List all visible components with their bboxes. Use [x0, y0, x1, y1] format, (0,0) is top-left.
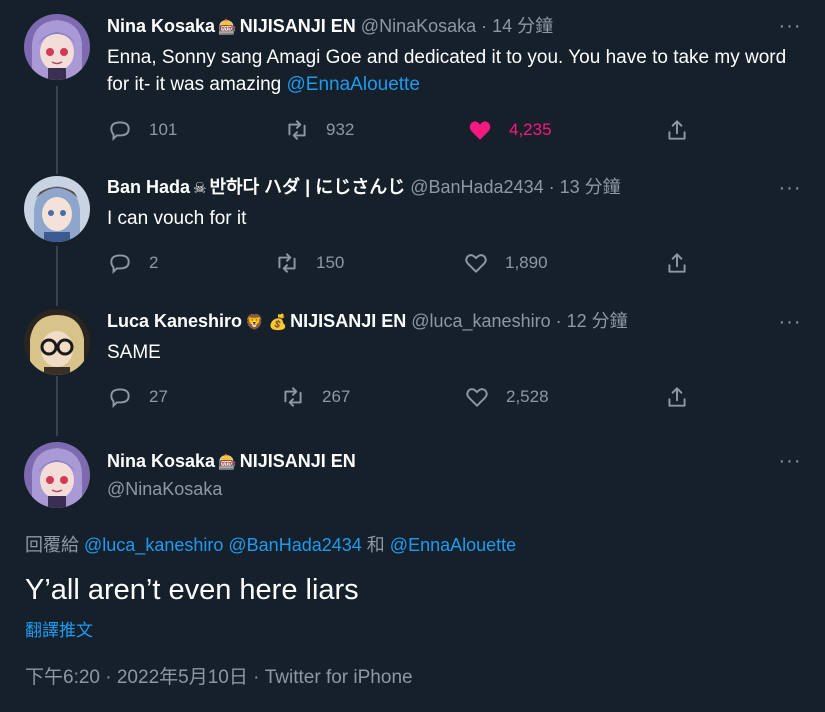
- timestamp[interactable]: 下午6:20 · 2022年5月10日: [25, 667, 248, 688]
- like-button[interactable]: 1,890: [463, 248, 548, 278]
- tweet-text-content: I can vouch for it: [107, 208, 247, 229]
- action-bar: 2 150 1,890: [107, 248, 707, 278]
- reply-prefix: 回覆給: [25, 535, 79, 555]
- author-badge: 🦁 💰: [245, 313, 288, 331]
- reply-count: 27: [149, 387, 168, 406]
- reply-icon: [110, 121, 130, 142]
- author-name[interactable]: Ban Hada: [107, 177, 190, 197]
- author-handle[interactable]: @NinaKosaka: [107, 477, 222, 501]
- author-suffix[interactable]: NIJISANJI EN: [290, 311, 406, 331]
- tweet-timestamp: 下午6:20 · 2022年5月10日 · Twitter for iPhone: [25, 662, 413, 689]
- thread-line-2: [56, 246, 58, 306]
- tweet-time[interactable]: · 14 分鐘: [481, 16, 553, 36]
- author-suffix[interactable]: NIJISANJI EN: [240, 16, 356, 36]
- avatar[interactable]: [24, 14, 90, 80]
- retweet-button[interactable]: 267: [280, 382, 350, 412]
- author-handle[interactable]: @NinaKosaka: [361, 16, 476, 36]
- reply-icon: [110, 388, 130, 409]
- mention-link[interactable]: @EnnaAlouette: [287, 74, 420, 95]
- share-button[interactable]: [664, 115, 706, 145]
- avatar[interactable]: [24, 442, 90, 508]
- reply-button[interactable]: 2: [107, 248, 158, 278]
- tweet-header: Ban Hada ☠ 반하다 ハダ | にじさんじ @BanHada2434 · 1…: [107, 175, 621, 200]
- translate-link[interactable]: 翻譯推文: [25, 616, 93, 641]
- main-author: Nina Kosaka 🎰 NIJISANJI EN: [107, 449, 356, 474]
- author-badge: 🎰: [218, 453, 237, 471]
- like-count: 1,890: [505, 253, 548, 272]
- more-icon[interactable]: ···: [777, 16, 803, 36]
- tweet-header: Nina Kosaka 🎰 NIJISANJI EN @NinaKosaka · 1…: [107, 14, 553, 39]
- mention-link[interactable]: @BanHada2434: [228, 535, 361, 555]
- tweet-header: Luca Kaneshiro 🦁 💰 NIJISANJI EN @luca_kane…: [107, 309, 628, 334]
- share-button[interactable]: [664, 382, 706, 412]
- author-suffix[interactable]: NIJISANJI EN: [240, 451, 356, 471]
- heart-icon: [465, 254, 487, 273]
- more-icon[interactable]: ···: [777, 312, 803, 332]
- tweet-source[interactable]: Twitter for iPhone: [265, 667, 413, 688]
- tweet-text: I can vouch for it: [107, 205, 807, 232]
- reply-icon: [110, 254, 130, 275]
- author-name[interactable]: Nina Kosaka: [107, 451, 215, 471]
- thread-line-1: [56, 86, 58, 174]
- share-button[interactable]: [664, 248, 706, 278]
- main-tweet-text: Y’all aren’t even here liars: [25, 574, 359, 606]
- avatar[interactable]: [24, 176, 90, 242]
- author-name[interactable]: Nina Kosaka: [107, 16, 215, 36]
- more-icon[interactable]: ···: [777, 451, 803, 471]
- action-bar: 27 267 2,528: [107, 382, 707, 412]
- more-icon[interactable]: ···: [777, 178, 803, 198]
- reply-and: 和: [366, 535, 385, 555]
- tweet-text: Enna, Sonny sang Amagi Goe and dedicated…: [107, 44, 807, 98]
- mention-link[interactable]: @luca_kaneshiro: [84, 535, 223, 555]
- separator: ·: [253, 667, 265, 688]
- author-handle[interactable]: @luca_kaneshiro: [411, 311, 550, 331]
- avatar[interactable]: [24, 309, 90, 375]
- tweet-text-content: Enna, Sonny sang Amagi Goe and dedicated…: [107, 47, 787, 95]
- mention-link[interactable]: @EnnaAlouette: [390, 535, 516, 555]
- reply-count: 101: [149, 120, 178, 139]
- retweet-icon: [284, 387, 302, 407]
- like-button[interactable]: 2,528: [464, 382, 549, 412]
- like-count: 4,235: [509, 120, 552, 139]
- retweet-count: 150: [316, 253, 345, 272]
- retweet-count: 267: [322, 387, 351, 406]
- action-bar: 101 932 4,235: [107, 115, 707, 145]
- reply-button[interactable]: 27: [107, 382, 168, 412]
- heart-icon: [469, 121, 491, 140]
- retweet-count: 932: [326, 120, 355, 139]
- reply-count: 2: [149, 253, 159, 272]
- tweet-time[interactable]: · 12 分鐘: [556, 311, 628, 331]
- like-button[interactable]: 4,235: [467, 115, 552, 145]
- share-icon: [668, 387, 686, 407]
- tweet-text-content: SAME: [107, 342, 161, 363]
- tweet-time[interactable]: · 13 分鐘: [549, 177, 621, 197]
- retweet-icon: [278, 253, 296, 273]
- share-icon: [668, 253, 686, 273]
- author-badge: ☠: [193, 179, 207, 197]
- thread-line-3: [56, 376, 58, 436]
- author-handle[interactable]: @BanHada2434: [410, 177, 543, 197]
- author-badge: 🎰: [218, 18, 237, 36]
- retweet-icon: [288, 120, 306, 140]
- author-name[interactable]: Luca Kaneshiro: [107, 311, 242, 331]
- tweet-text: SAME: [107, 339, 807, 366]
- retweet-button[interactable]: 150: [274, 248, 344, 278]
- reply-button[interactable]: 101: [107, 115, 177, 145]
- heart-icon: [466, 388, 488, 407]
- replying-to: 回覆給 @luca_kaneshiro @BanHada2434 和 @Enna…: [25, 531, 516, 557]
- like-count: 2,528: [506, 387, 549, 406]
- share-icon: [668, 120, 686, 140]
- author-suffix[interactable]: 반하다 ハダ | にじさんじ: [209, 177, 405, 197]
- retweet-button[interactable]: 932: [284, 115, 354, 145]
